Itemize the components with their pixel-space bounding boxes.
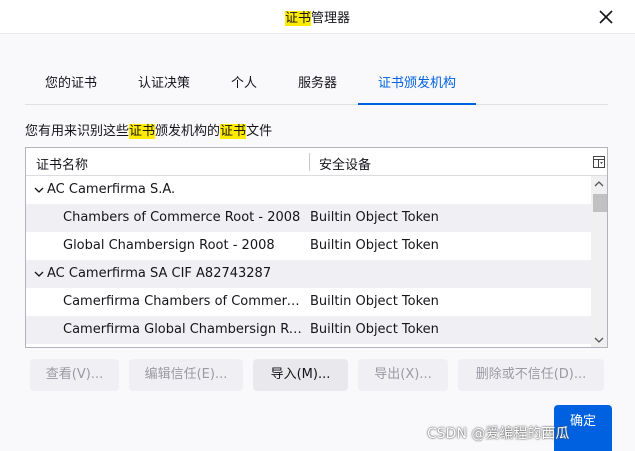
desc-highlight2: 证书	[220, 124, 247, 139]
cert-token: Builtin Object Token	[310, 210, 439, 225]
watermark: CSDN @爱编程的西瓜	[427, 426, 570, 442]
title-highlight: 证书	[284, 11, 311, 26]
tab-servers[interactable]: 服务器	[278, 64, 357, 104]
cert-name: Global Chambersign Root - 2008	[63, 238, 275, 253]
delete-distrust-button[interactable]: 删除或不信任(D)...	[458, 359, 604, 391]
cert-token: Builtin Object Token	[310, 322, 439, 337]
tab-authorities[interactable]: 证书颁发机构	[358, 64, 477, 105]
desc-part3: 文件	[246, 124, 273, 139]
dialog-title: 证书管理器	[0, 7, 635, 26]
tab-people[interactable]: 个人	[211, 64, 277, 104]
column-picker-button[interactable]	[592, 155, 605, 168]
cert-token: Builtin Object Token	[310, 238, 439, 253]
tree-header: 证书名称 安全设备	[26, 148, 607, 176]
close-icon	[599, 10, 613, 24]
column-separator[interactable]	[309, 153, 310, 171]
titlebar: 证书管理器	[0, 0, 635, 34]
column-header-token[interactable]: 安全设备	[319, 154, 371, 173]
cert-row[interactable]: Camerfirma Chambers of Commerc... Builti…	[26, 288, 591, 316]
group-label: AC Camerfirma S.A.	[47, 182, 176, 197]
tab-bar: 您的证书 认证决策 个人 服务器 证书颁发机构	[25, 64, 608, 105]
cert-token: Builtin Object Token	[310, 294, 439, 309]
chevron-up-icon	[594, 181, 604, 187]
cert-name: Camerfirma Chambers of Commerc...	[63, 294, 303, 309]
tree-rows: AC Camerfirma S.A. Chambers of Commerce …	[26, 176, 591, 347]
cert-name: Chambers of Commerce Root - 2008	[63, 210, 301, 225]
cert-row[interactable]: Chambers of Commerce Root - 2008 Builtin…	[26, 204, 591, 232]
chevron-down-icon	[594, 337, 604, 343]
desc-part2: 颁发机构的	[155, 124, 221, 139]
description-text: 您有用来识别这些证书颁发机构的证书文件	[25, 120, 272, 139]
group-label: AC Camerfirma SA CIF A82743287	[47, 266, 272, 281]
import-button[interactable]: 导入(M)...	[253, 359, 348, 391]
desc-highlight1: 证书	[129, 124, 156, 139]
view-button[interactable]: 查看(V)...	[30, 359, 119, 391]
scroll-up-button[interactable]	[591, 176, 607, 192]
column-picker-icon	[592, 155, 605, 168]
group-row[interactable]: AC Camerfirma SA CIF A82743287	[26, 260, 591, 288]
scroll-down-button[interactable]	[591, 332, 607, 347]
tab-your-certs[interactable]: 您的证书	[25, 64, 117, 104]
chevron-down-icon[interactable]	[33, 184, 45, 196]
column-header-name[interactable]: 证书名称	[36, 154, 88, 173]
vertical-scrollbar[interactable]	[591, 176, 607, 347]
tab-auth-decisions[interactable]: 认证决策	[118, 64, 210, 104]
cert-name: Camerfirma Global Chambersign Ro...	[63, 322, 303, 337]
chevron-down-icon[interactable]	[33, 268, 45, 280]
certificate-manager-dialog: 证书管理器 您的证书 认证决策 个人 服务器 证书颁发机构 您有用来识别这些证书…	[0, 0, 635, 451]
close-button[interactable]	[593, 4, 619, 30]
edit-trust-button[interactable]: 编辑信任(E)...	[129, 359, 243, 391]
export-button[interactable]: 导出(X)...	[358, 359, 448, 391]
cert-row[interactable]: Global Chambersign Root - 2008 Builtin O…	[26, 232, 591, 260]
group-row[interactable]: AC Camerfirma S.A.	[26, 176, 591, 204]
certificate-tree[interactable]: 证书名称 安全设备 AC Camerfirma S.A. Chambers of…	[25, 147, 608, 348]
title-text: 管理器	[311, 11, 351, 26]
scrollbar-thumb[interactable]	[593, 194, 607, 212]
desc-part1: 您有用来识别这些	[25, 124, 130, 139]
cert-row[interactable]: Camerfirma Global Chambersign Ro... Buil…	[26, 316, 591, 344]
